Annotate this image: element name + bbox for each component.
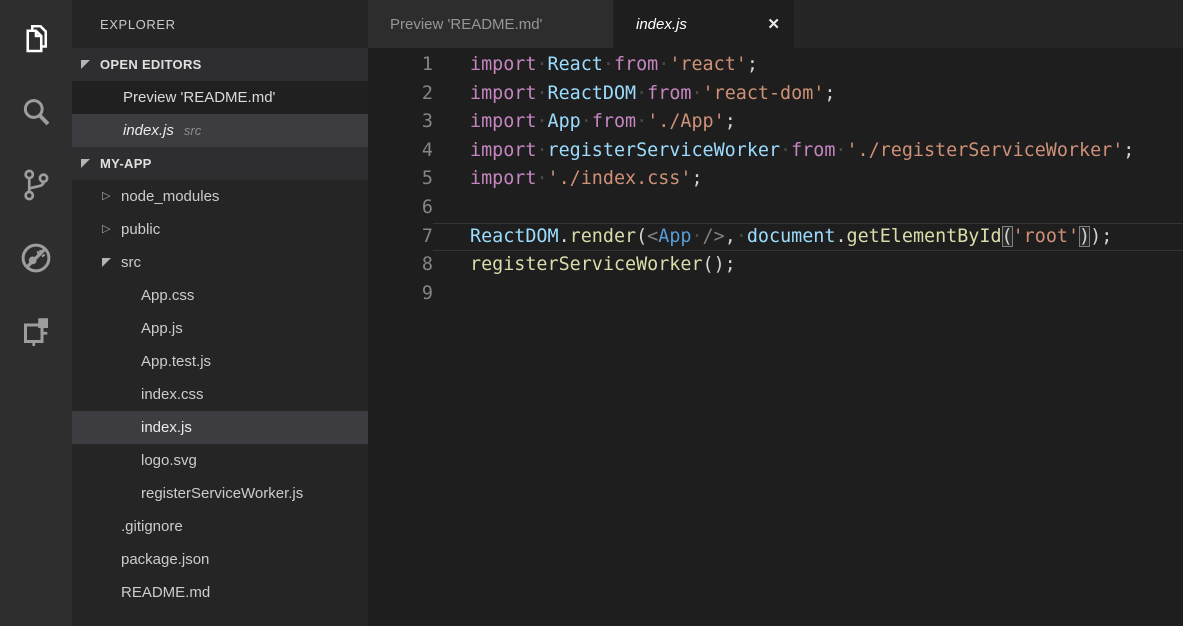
- tabbar-empty-space: [794, 0, 1183, 48]
- tree-item-readme-md[interactable]: README.md: [72, 576, 368, 609]
- sidebar-title: EXPLORER: [72, 0, 368, 48]
- tree-item-app-css[interactable]: App.css: [72, 279, 368, 312]
- code-line-5[interactable]: 5import·'./index.css';: [368, 165, 1183, 194]
- line-content[interactable]: import·'./index.css';: [433, 165, 1183, 194]
- tree-item-logo-svg[interactable]: logo.svg: [72, 444, 368, 477]
- file-label: Preview 'README.md': [123, 89, 275, 106]
- chevron-expanded-icon: [81, 60, 100, 69]
- tab-index-js[interactable]: index.js ✕: [614, 0, 794, 48]
- debug-button[interactable]: [0, 221, 72, 294]
- line-number[interactable]: 2: [368, 80, 433, 109]
- file-label: registerServiceWorker.js: [141, 485, 303, 502]
- line-number[interactable]: 3: [368, 108, 433, 137]
- tree-item-app-test-js[interactable]: App.test.js: [72, 345, 368, 378]
- chevron-expanded-icon: [102, 258, 121, 267]
- workspace-label: MY-APP: [100, 156, 152, 171]
- file-label: logo.svg: [141, 452, 197, 469]
- code-line-8[interactable]: 8registerServiceWorker();: [368, 251, 1183, 280]
- file-label: .gitignore: [121, 518, 183, 535]
- code-line-6[interactable]: 6: [368, 194, 1183, 223]
- extensions-button[interactable]: [0, 294, 72, 367]
- file-label: App.test.js: [141, 353, 211, 370]
- code-line-9[interactable]: 9: [368, 280, 1183, 309]
- tab-preview-readme[interactable]: Preview 'README.md': [368, 0, 614, 48]
- line-content[interactable]: import·React·from·'react';: [433, 51, 1183, 80]
- chevron-collapsed-icon: ▷: [102, 191, 121, 202]
- line-content[interactable]: [433, 280, 1183, 309]
- workspace-section-header[interactable]: MY-APP: [72, 147, 368, 180]
- source-control-button[interactable]: [0, 148, 72, 221]
- editor-area: Preview 'README.md' index.js ✕ 1import·R…: [368, 0, 1183, 626]
- file-label: node_modules: [121, 188, 219, 205]
- line-number[interactable]: 5: [368, 165, 433, 194]
- tree-item-app-js[interactable]: App.js: [72, 312, 368, 345]
- tab-label: Preview 'README.md': [390, 16, 542, 33]
- line-number[interactable]: 9: [368, 280, 433, 309]
- activity-bar: [0, 0, 72, 626]
- file-label: index.js: [123, 122, 174, 139]
- line-content[interactable]: import·ReactDOM·from·'react-dom';: [433, 80, 1183, 109]
- explorer-button[interactable]: [0, 2, 72, 75]
- tab-label: index.js: [636, 16, 687, 33]
- open-editor-item-preview-readme-md[interactable]: Preview 'README.md': [72, 81, 368, 114]
- file-tree: ▷node_modules▷publicsrcApp.cssApp.jsApp.…: [72, 180, 368, 609]
- file-label: package.json: [121, 551, 209, 568]
- tree-item-package-json[interactable]: package.json: [72, 543, 368, 576]
- line-number[interactable]: 7: [368, 223, 433, 252]
- code-editor[interactable]: 1import·React·from·'react';2import·React…: [368, 48, 1183, 626]
- file-label: index.css: [141, 386, 204, 403]
- close-icon[interactable]: ✕: [767, 15, 780, 33]
- line-content[interactable]: registerServiceWorker();: [433, 251, 1183, 280]
- file-label: public: [121, 221, 160, 238]
- file-label: README.md: [121, 584, 210, 601]
- file-label: App.js: [141, 320, 183, 337]
- search-button[interactable]: [0, 75, 72, 148]
- file-label: src: [121, 254, 141, 271]
- code-line-3[interactable]: 3import·App·from·'./App';: [368, 108, 1183, 137]
- tree-item-index-css[interactable]: index.css: [72, 378, 368, 411]
- code-line-2[interactable]: 2import·ReactDOM·from·'react-dom';: [368, 80, 1183, 109]
- code-line-7[interactable]: 7ReactDOM.render(<App·/>,·document.getEl…: [368, 223, 1183, 252]
- explorer-sidebar: EXPLORER OPEN EDITORS Preview 'README.md…: [72, 0, 368, 626]
- tree-item-src[interactable]: src: [72, 246, 368, 279]
- line-content[interactable]: import·App·from·'./App';: [433, 108, 1183, 137]
- git-branch-icon: [18, 167, 54, 203]
- extensions-icon: [18, 313, 54, 349]
- tree-item-public[interactable]: ▷public: [72, 213, 368, 246]
- chevron-expanded-icon: [81, 159, 100, 168]
- debug-icon: [18, 240, 54, 276]
- tree-item-gitignore[interactable]: .gitignore: [72, 510, 368, 543]
- search-icon: [18, 94, 54, 130]
- open-editors-label: OPEN EDITORS: [100, 57, 202, 72]
- tree-item-registerserviceworker-js[interactable]: registerServiceWorker.js: [72, 477, 368, 510]
- tab-bar: Preview 'README.md' index.js ✕: [368, 0, 1183, 48]
- line-content[interactable]: import·registerServiceWorker·from·'./reg…: [433, 137, 1183, 166]
- code-line-1[interactable]: 1import·React·from·'react';: [368, 51, 1183, 80]
- files-icon: [18, 21, 54, 57]
- line-content[interactable]: [433, 194, 1183, 223]
- code-line-4[interactable]: 4import·registerServiceWorker·from·'./re…: [368, 137, 1183, 166]
- line-number[interactable]: 4: [368, 137, 433, 166]
- vscode-window: EXPLORER OPEN EDITORS Preview 'README.md…: [0, 0, 1183, 626]
- file-label: App.css: [141, 287, 194, 304]
- line-number[interactable]: 8: [368, 251, 433, 280]
- line-number[interactable]: 1: [368, 51, 433, 80]
- tree-item-index-js[interactable]: index.js: [72, 411, 368, 444]
- tree-item-node-modules[interactable]: ▷node_modules: [72, 180, 368, 213]
- line-content[interactable]: ReactDOM.render(<App·/>,·document.getEle…: [433, 223, 1183, 252]
- open-editors-header[interactable]: OPEN EDITORS: [72, 48, 368, 81]
- open-editor-item-index-js[interactable]: index.js src: [72, 114, 368, 147]
- file-label: index.js: [141, 419, 192, 436]
- line-number[interactable]: 6: [368, 194, 433, 223]
- open-editors-list: Preview 'README.md' index.js src: [72, 81, 368, 147]
- folder-badge: src: [184, 123, 201, 138]
- chevron-collapsed-icon: ▷: [102, 224, 121, 235]
